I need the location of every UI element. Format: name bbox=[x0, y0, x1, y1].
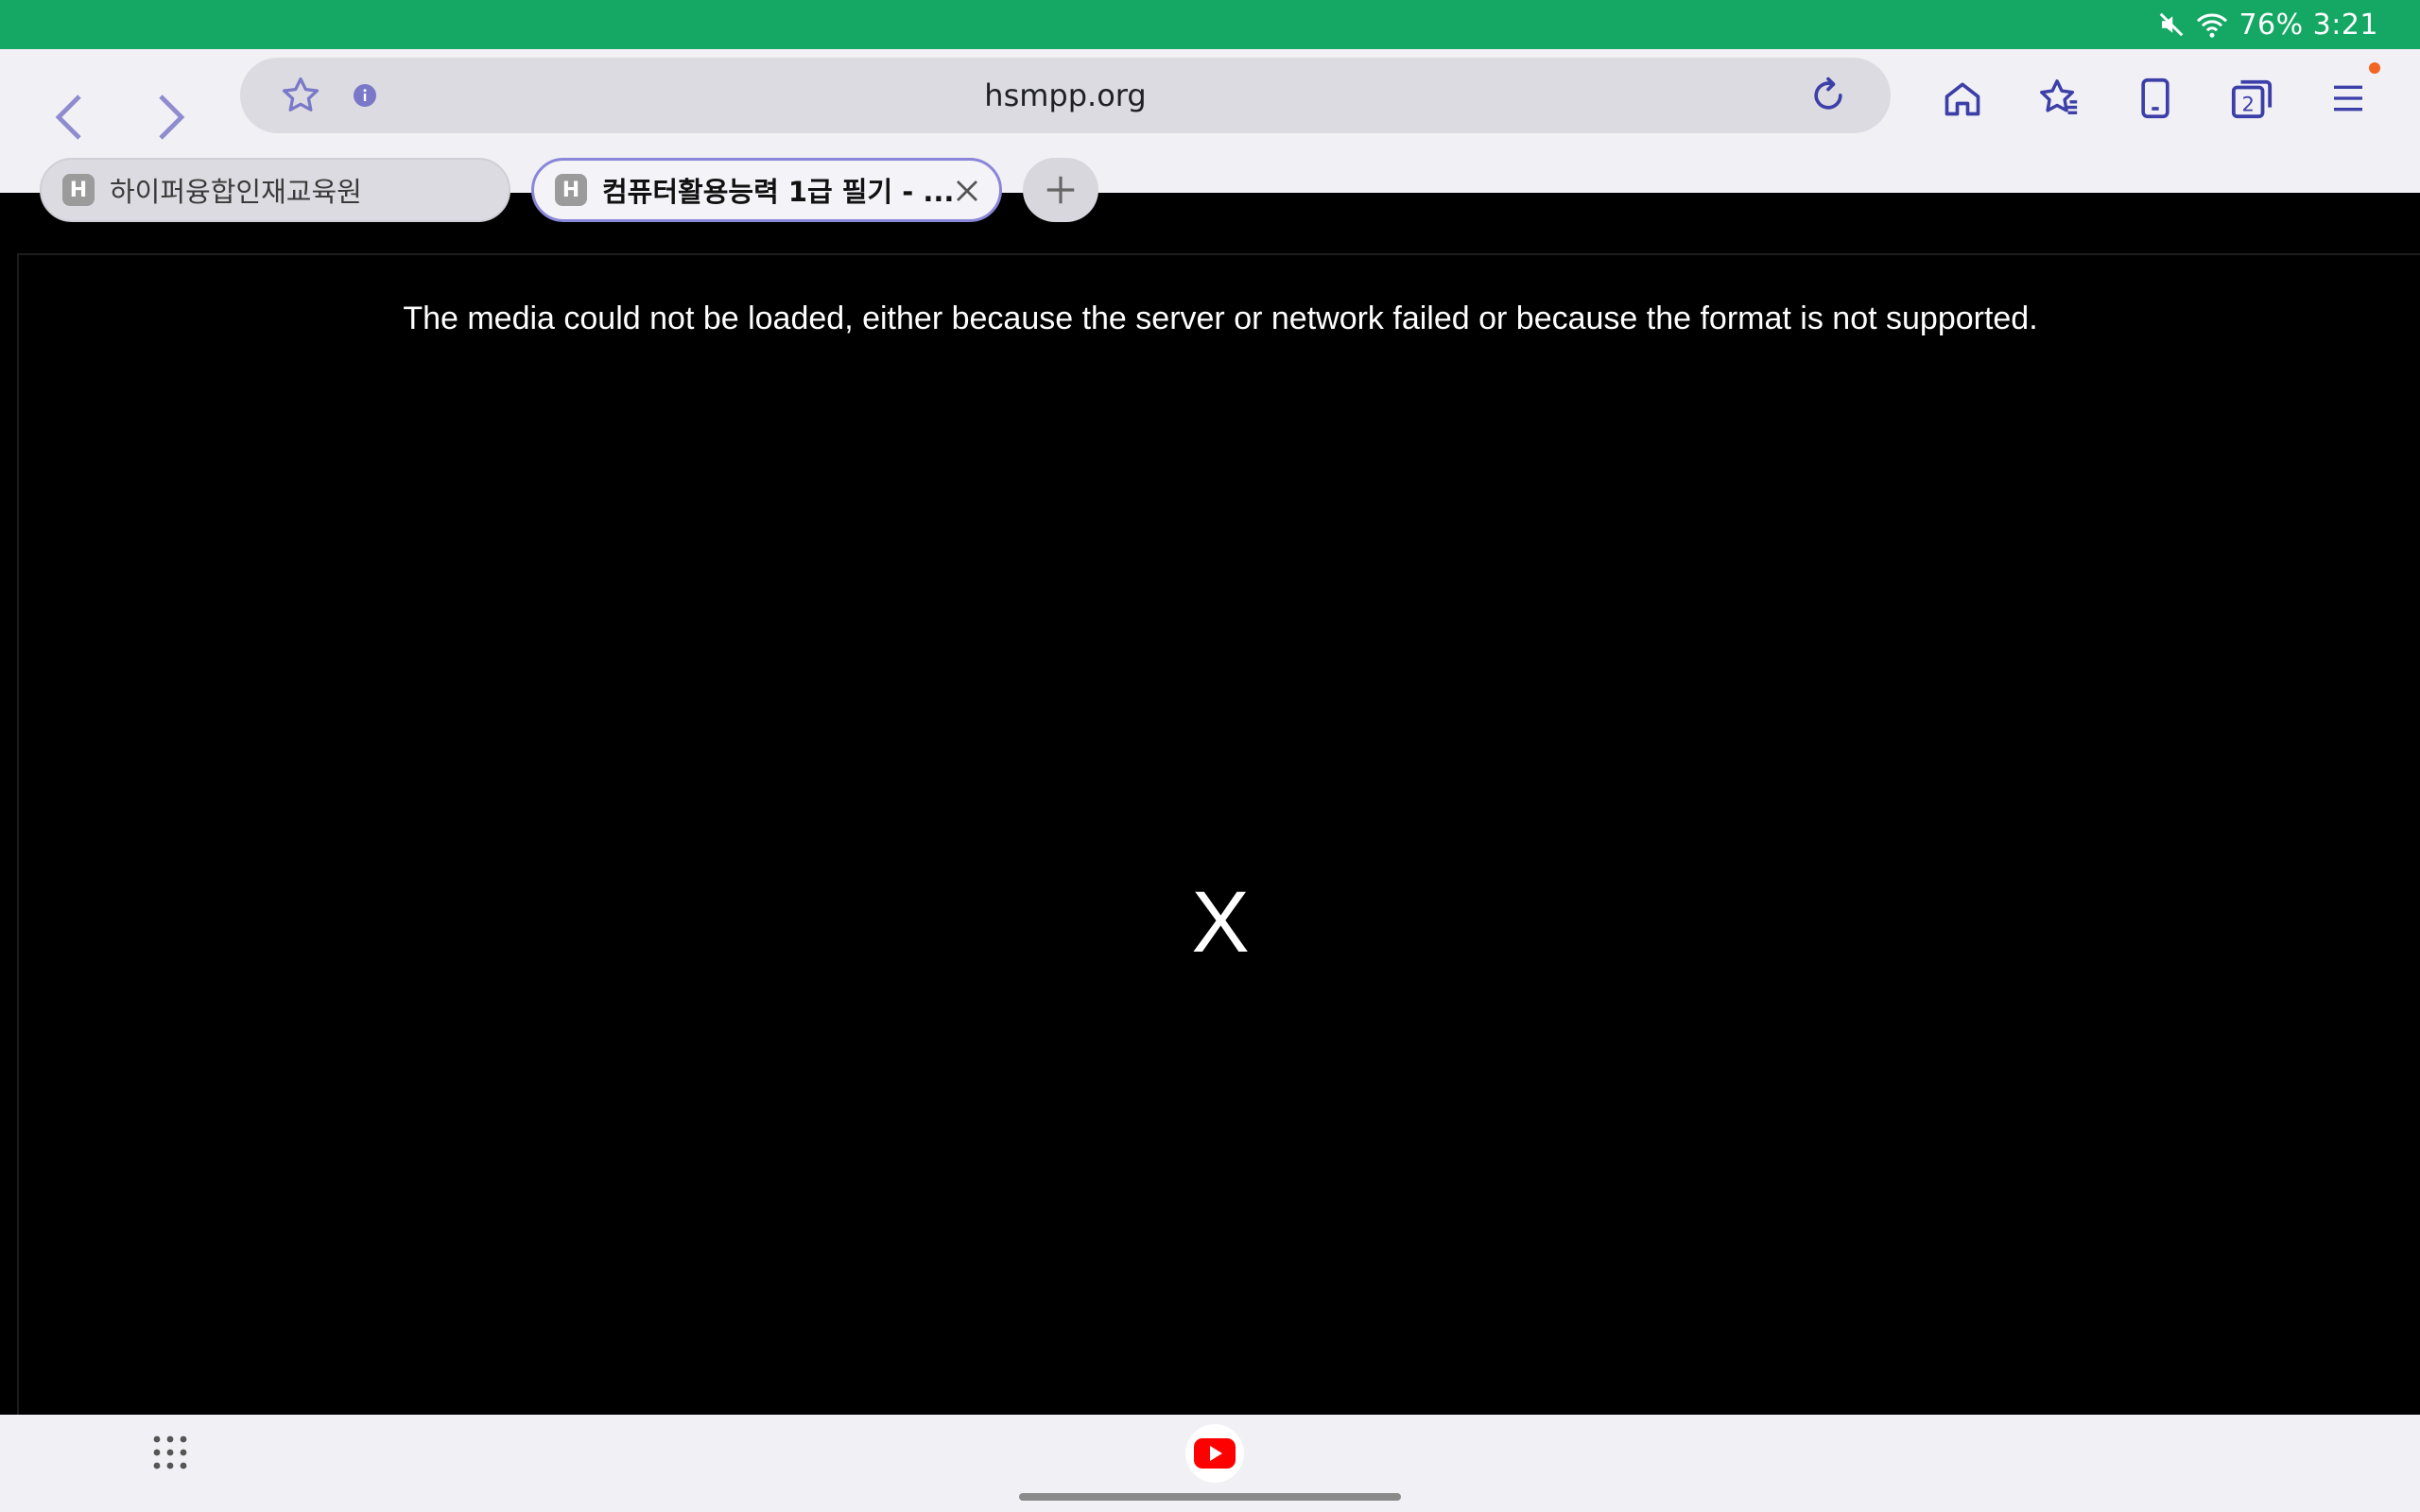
tabs-button[interactable]: 2 bbox=[2223, 70, 2280, 127]
tab-title: 하이퍼융합인재교육원 bbox=[110, 176, 362, 208]
device-button[interactable] bbox=[2127, 70, 2184, 127]
forward-button[interactable] bbox=[130, 77, 210, 157]
reload-icon[interactable] bbox=[1807, 75, 1849, 120]
bookmarks-button[interactable] bbox=[2031, 70, 2087, 127]
tab-active[interactable]: H 컴퓨터활용능력 1급 필기 - ... bbox=[531, 158, 1002, 222]
wifi-icon bbox=[2195, 10, 2229, 39]
new-tab-button[interactable] bbox=[1023, 158, 1098, 222]
chevron-right-icon bbox=[159, 94, 185, 140]
tabs-icon: 2 bbox=[2231, 79, 2273, 119]
mute-icon bbox=[2157, 10, 2186, 39]
media-error-symbol: X bbox=[1191, 874, 1250, 971]
notification-dot bbox=[2369, 62, 2380, 74]
youtube-icon[interactable] bbox=[1185, 1424, 1244, 1483]
tab-title: 컴퓨터활용능력 1급 필기 - ... bbox=[602, 176, 952, 208]
apps-grid-icon[interactable] bbox=[151, 1434, 189, 1475]
status-bar: 76% 3:21 bbox=[0, 0, 2420, 49]
tab-favicon: H bbox=[555, 174, 587, 206]
phone-icon bbox=[2141, 77, 2169, 119]
video-player[interactable]: The media could not be loaded, either be… bbox=[17, 253, 2420, 1415]
clock: 3:21 bbox=[2312, 8, 2378, 42]
browser-toolbar: hsmpp.org 2 H 하이퍼융합인재교육원 H 컴퓨터활용능력 1급 필기… bbox=[0, 49, 2420, 222]
bookmarks-icon bbox=[2040, 79, 2078, 115]
url-text: hsmpp.org bbox=[984, 77, 1147, 113]
tab-favicon: H bbox=[62, 174, 95, 206]
tab-inactive[interactable]: H 하이퍼융합인재교육원 bbox=[40, 158, 510, 222]
home-button[interactable] bbox=[1934, 70, 1991, 127]
back-button[interactable] bbox=[30, 77, 110, 157]
home-indicator[interactable] bbox=[1019, 1493, 1401, 1501]
plus-icon bbox=[1046, 176, 1075, 204]
page-content: The media could not be loaded, either be… bbox=[0, 238, 2420, 1415]
media-error-message: The media could not be loaded, either be… bbox=[403, 301, 2038, 336]
hamburger-menu-icon bbox=[2334, 85, 2362, 112]
home-icon bbox=[1945, 82, 1980, 116]
battery-level: 76% bbox=[2238, 8, 2304, 42]
taskbar bbox=[0, 1415, 2420, 1512]
chevron-left-icon bbox=[55, 94, 81, 140]
close-tab-icon[interactable] bbox=[950, 174, 984, 208]
menu-button[interactable] bbox=[2320, 70, 2377, 127]
tab-count: 2 bbox=[2241, 92, 2254, 115]
address-bar[interactable]: hsmpp.org bbox=[240, 58, 1891, 133]
